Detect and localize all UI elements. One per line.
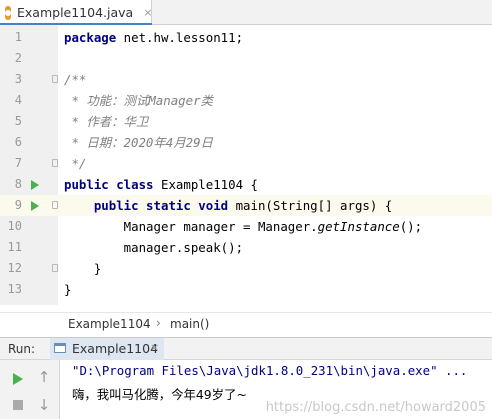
stop-icon[interactable] bbox=[9, 396, 27, 414]
breadcrumb-separator: › bbox=[156, 316, 161, 330]
up-arrow-icon[interactable]: ↑ bbox=[35, 368, 53, 386]
code-line[interactable]: 8 public class Example1104 { bbox=[0, 174, 492, 195]
code-text: /** bbox=[64, 72, 87, 87]
watermark: https://blog.csdn.net/howard2005 bbox=[265, 400, 486, 415]
code-line[interactable]: 7 */ bbox=[0, 153, 492, 174]
run-label: Run: bbox=[8, 342, 36, 356]
java-class-icon bbox=[5, 5, 11, 20]
code-text: * 日期：2020年4月29日 bbox=[64, 135, 213, 150]
code-text: * 功能：测试Manager类 bbox=[64, 93, 213, 108]
line-number: 4 bbox=[14, 93, 22, 107]
code-text: * 作者：华卫 bbox=[64, 114, 149, 129]
code-line[interactable]: 3 /** bbox=[0, 69, 492, 90]
editor-tab-label: Example1104.java bbox=[17, 5, 134, 20]
code-text: } bbox=[64, 261, 102, 276]
fold-icon[interactable] bbox=[52, 75, 58, 83]
console-output-line: 嗨，我叫马化腾，今年49岁了~ bbox=[72, 387, 247, 402]
line-number: 12 bbox=[7, 261, 22, 275]
line-number: 8 bbox=[14, 177, 22, 191]
rerun-icon[interactable] bbox=[9, 370, 27, 388]
fold-icon[interactable] bbox=[52, 264, 58, 272]
line-number: 10 bbox=[7, 219, 22, 233]
code-line[interactable]: 1 package net.hw.lesson11; bbox=[0, 27, 492, 48]
code-text: */ bbox=[64, 156, 87, 171]
run-config-tab[interactable]: Example1104 × bbox=[50, 338, 164, 360]
editor-tab-bar: Example1104.java × bbox=[0, 0, 492, 25]
line-number: 6 bbox=[14, 135, 22, 149]
editor-tab[interactable]: Example1104.java × bbox=[0, 0, 152, 25]
code-rest: main(String[] args) { bbox=[228, 198, 393, 213]
code-text: Manager manager = Manager.getInstance(); bbox=[64, 216, 422, 237]
fold-icon[interactable] bbox=[52, 201, 58, 209]
code-post: (); bbox=[399, 219, 423, 234]
line-number: 3 bbox=[14, 72, 22, 86]
keyword: public static void bbox=[93, 198, 229, 213]
close-icon[interactable]: × bbox=[150, 341, 159, 354]
fold-icon[interactable] bbox=[52, 159, 58, 167]
run-gutter-icon[interactable] bbox=[31, 180, 39, 190]
code-text: manager.speak(); bbox=[64, 240, 244, 255]
code-line[interactable]: 5 * 作者：华卫 bbox=[0, 111, 492, 132]
down-arrow-icon[interactable]: ↓ bbox=[35, 396, 53, 414]
code-line[interactable]: 12 } bbox=[0, 258, 492, 279]
code-text: public class Example1104 { bbox=[64, 174, 258, 195]
code-text: } bbox=[64, 282, 72, 297]
run-console[interactable]: ↑ ↓ "D:\Program Files\Java\jdk1.8.0_231\… bbox=[0, 360, 492, 419]
code-pre: Manager manager = Manager. bbox=[64, 219, 318, 234]
run-gutter-icon[interactable] bbox=[31, 201, 39, 211]
line-number: 13 bbox=[7, 282, 22, 296]
keyword: public class bbox=[64, 177, 154, 192]
line-number: 9 bbox=[0, 195, 22, 216]
code-line[interactable]: 2 bbox=[0, 48, 492, 69]
line-number: 7 bbox=[14, 156, 22, 170]
code-line[interactable]: 10 Manager manager = Manager.getInstance… bbox=[0, 216, 492, 237]
line-number: 2 bbox=[14, 51, 22, 65]
line-number: 1 bbox=[14, 30, 22, 44]
code-text: package net.hw.lesson11; bbox=[64, 30, 244, 45]
close-icon[interactable]: × bbox=[143, 6, 152, 19]
code-rest: Example1104 { bbox=[153, 177, 258, 192]
code-line[interactable]: 13 } bbox=[0, 279, 492, 300]
run-config-label: Example1104 bbox=[72, 341, 159, 356]
run-toolbar: ↑ ↓ bbox=[0, 360, 60, 419]
breadcrumb: Example1104 › main() bbox=[0, 312, 492, 336]
console-icon bbox=[54, 343, 66, 353]
code-line[interactable]: 11 manager.speak(); bbox=[0, 237, 492, 258]
code-line[interactable]: 6 * 日期：2020年4月29日 bbox=[0, 132, 492, 153]
code-editor[interactable]: 1 package net.hw.lesson11; 2 3 /** 4 * 功… bbox=[0, 25, 492, 305]
method-call: getInstance bbox=[317, 219, 400, 234]
code-text: public static void main(String[] args) { bbox=[64, 195, 392, 216]
breadcrumb-method[interactable]: main() bbox=[170, 317, 209, 331]
console-command-line: "D:\Program Files\Java\jdk1.8.0_231\bin\… bbox=[72, 363, 468, 378]
code-line-current[interactable]: 9 public static void main(String[] args)… bbox=[0, 195, 492, 216]
line-number: 11 bbox=[7, 240, 22, 254]
run-tool-window-header: Run: Example1104 × bbox=[0, 337, 492, 360]
line-number: 5 bbox=[14, 114, 22, 128]
breadcrumb-class[interactable]: Example1104 bbox=[68, 317, 151, 331]
code-line[interactable]: 4 * 功能：测试Manager类 bbox=[0, 90, 492, 111]
